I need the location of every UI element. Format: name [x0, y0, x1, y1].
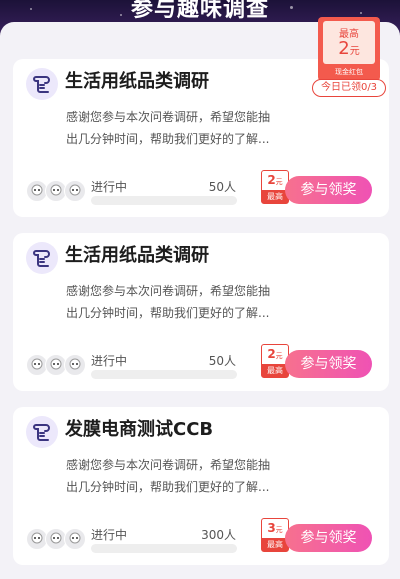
avatar	[64, 528, 86, 550]
survey-title: 生活用纸品类调研	[65, 245, 209, 266]
daily-unit: 元	[349, 46, 360, 57]
scroll-icon	[26, 242, 58, 274]
participant-avatars	[26, 528, 88, 552]
reward-label: 最高	[262, 364, 288, 377]
participant-avatars	[26, 180, 88, 204]
status-label: 进行中	[91, 354, 128, 368]
avatar	[64, 180, 86, 202]
avatar	[64, 354, 86, 376]
reward-unit: 元	[275, 352, 283, 360]
status-label: 进行中	[91, 528, 128, 542]
scroll-icon	[26, 416, 58, 448]
join-survey-button[interactable]: 参与领奖	[285, 176, 372, 204]
join-survey-button[interactable]: 参与领奖	[285, 524, 372, 552]
participant-count: 50人	[208, 354, 236, 368]
reward-unit: 元	[275, 526, 283, 534]
survey-description: 感谢您参与本次问卷调研，希望您能抽出几分钟时间，帮助我们更好的了解...	[66, 458, 271, 494]
reward-label: 最高	[262, 190, 288, 203]
survey-title: 生活用纸品类调研	[65, 71, 209, 92]
reward-amount: 2	[267, 173, 276, 187]
reward-amount: 2	[267, 347, 276, 361]
participant-count: 300人	[201, 528, 236, 542]
survey-card[interactable]: 发膜电商测试CCB 感谢您参与本次问卷调研，希望您能抽出几分钟时间，帮助我们更好…	[13, 407, 389, 565]
join-survey-button[interactable]: 参与领奖	[285, 350, 372, 378]
progress-bar	[91, 544, 237, 553]
survey-title: 发膜电商测试CCB	[65, 419, 214, 440]
participant-count: 50人	[208, 180, 236, 194]
survey-card[interactable]: 生活用纸品类调研 感谢您参与本次问卷调研，希望您能抽出几分钟时间，帮助我们更好的…	[13, 233, 389, 391]
reward-amount: 3	[267, 521, 276, 535]
reward-label: 最高	[262, 538, 288, 551]
daily-amount: 2	[338, 38, 350, 59]
status-label: 进行中	[91, 180, 128, 194]
progress-bar	[91, 370, 237, 379]
participant-avatars	[26, 354, 88, 378]
progress-bar	[91, 196, 237, 205]
daily-limit-label: 今日已领0/3	[312, 79, 386, 97]
reward-unit: 元	[275, 178, 283, 186]
survey-description: 感谢您参与本次问卷调研，希望您能抽出几分钟时间，帮助我们更好的了解...	[66, 284, 271, 320]
scroll-icon	[26, 68, 58, 100]
daily-kind-label: 现金红包	[335, 68, 363, 76]
daily-reward-badge[interactable]: 最高 2元 现金红包 今日已领0/3	[312, 17, 386, 97]
survey-description: 感谢您参与本次问卷调研，希望您能抽出几分钟时间，帮助我们更好的了解...	[66, 110, 271, 146]
